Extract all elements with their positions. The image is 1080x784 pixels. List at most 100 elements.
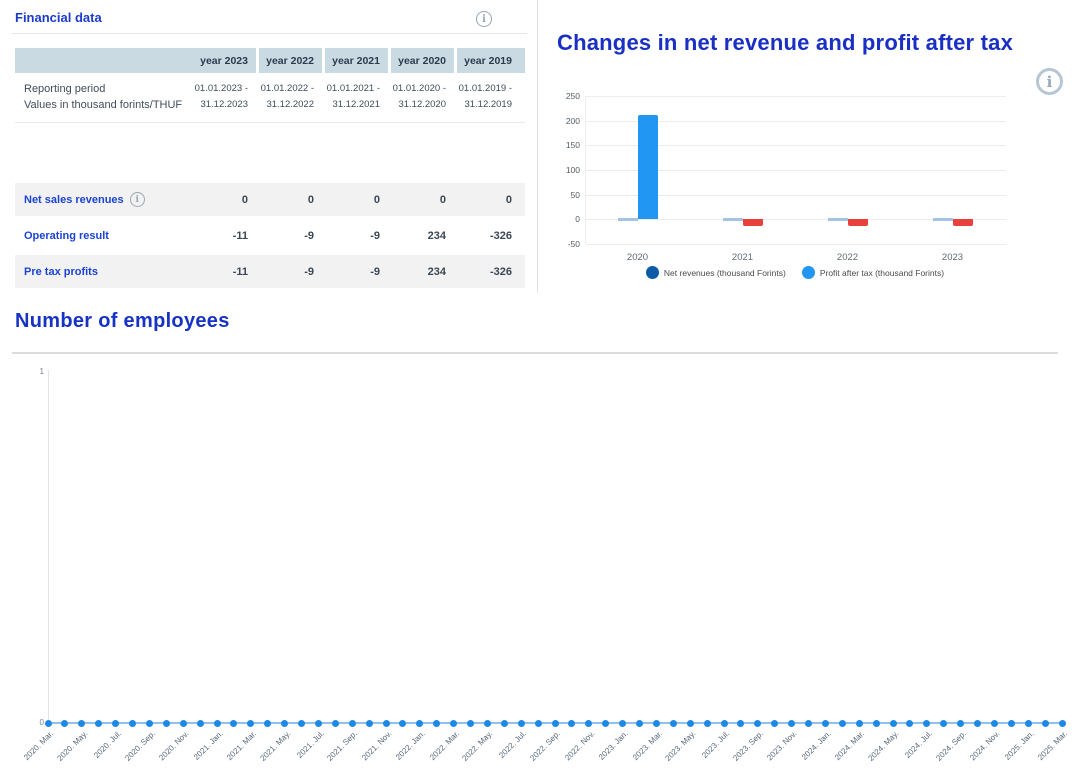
reporting-period-value: 01.01.2020 -31.12.2020 <box>388 81 454 113</box>
reporting-period-value: 01.01.2022 -31.12.2022 <box>256 81 322 113</box>
revenue-chart-title: Changes in net revenue and profit after … <box>557 30 1067 56</box>
value-cell: -9 <box>322 230 388 242</box>
data-point <box>230 720 237 727</box>
bar-profit-after-tax <box>638 115 658 220</box>
value-cell: 234 <box>388 266 454 278</box>
data-point <box>890 720 897 727</box>
legend-dot <box>802 266 815 279</box>
data-point <box>450 720 457 727</box>
bar-profit-after-tax <box>953 219 973 226</box>
data-point <box>78 720 85 727</box>
legend-item: Profit after tax (thousand Forints) <box>802 266 944 279</box>
data-point <box>214 720 221 727</box>
reporting-period-label: Reporting period Values in thousand fori… <box>15 81 190 113</box>
info-icon[interactable]: i <box>476 11 492 27</box>
y-axis-tick-label: 250 <box>540 91 580 101</box>
data-point <box>974 720 981 727</box>
data-point <box>1025 720 1032 727</box>
value-cell: 0 <box>256 194 322 206</box>
data-point <box>568 720 575 727</box>
bar-net-revenues <box>933 218 953 221</box>
data-point <box>636 720 643 727</box>
table-spacer <box>15 123 525 183</box>
value-cell: -11 <box>190 230 256 242</box>
y-axis-tick-label: -50 <box>540 239 580 249</box>
y-axis-tick-label: 200 <box>540 116 580 126</box>
gridline <box>586 96 1006 97</box>
info-icon[interactable]: i <box>1036 68 1063 95</box>
y-axis-tick-label: 0 <box>28 718 44 727</box>
table-row: Operating result-11-9-9234-326 <box>15 219 525 252</box>
value-cell: 0 <box>322 194 388 206</box>
divider <box>12 352 1058 354</box>
x-axis-category-label: 2022 <box>818 252 878 263</box>
data-point <box>991 720 998 727</box>
y-axis-tick-label: 50 <box>540 190 580 200</box>
row-label: Net sales revenuesi <box>15 192 190 207</box>
data-point <box>349 720 356 727</box>
x-axis-category-label: 2021 <box>713 252 773 263</box>
employees-chart-title: Number of employees <box>15 310 230 333</box>
bar-net-revenues <box>828 218 848 221</box>
data-point <box>180 720 187 727</box>
data-point <box>585 720 592 727</box>
data-point <box>822 720 829 727</box>
financial-table: year 2023year 2022year 2021year 2020year… <box>15 48 525 291</box>
y-axis-tick-label: 0 <box>540 214 580 224</box>
data-point <box>467 720 474 727</box>
y-axis-tick-label: 1 <box>28 367 44 376</box>
data-point <box>805 720 812 727</box>
row-label: Operating result <box>15 230 190 242</box>
header-empty-cell <box>15 48 190 73</box>
value-cell: -11 <box>190 266 256 278</box>
header-cell-year-2020: year 2020 <box>388 48 454 73</box>
financial-data-title: Financial data <box>15 10 102 25</box>
data-point <box>518 720 525 727</box>
data-point <box>754 720 761 727</box>
data-point <box>61 720 68 727</box>
divider <box>12 33 527 34</box>
data-point <box>670 720 677 727</box>
y-axis-tick-label: 100 <box>540 165 580 175</box>
value-cell: 0 <box>190 194 256 206</box>
data-point <box>839 720 846 727</box>
data-point <box>95 720 102 727</box>
y-axis-tick-label: 150 <box>540 140 580 150</box>
value-cell: -326 <box>454 266 525 278</box>
info-icon[interactable]: i <box>130 192 145 207</box>
data-point <box>1008 720 1015 727</box>
header-cell-year-2021: year 2021 <box>322 48 388 73</box>
x-axis-category-label: 2020 <box>608 252 668 263</box>
data-point <box>535 720 542 727</box>
data-point <box>129 720 136 727</box>
gridline <box>586 244 1006 245</box>
employees-y-axis <box>48 370 49 723</box>
legend-label: Profit after tax (thousand Forints) <box>820 268 944 278</box>
reporting-period-value: 01.01.2019 -31.12.2019 <box>454 81 525 113</box>
data-point <box>737 720 744 727</box>
data-point <box>619 720 626 727</box>
value-cell: -9 <box>256 230 322 242</box>
data-point <box>653 720 660 727</box>
data-point <box>687 720 694 727</box>
data-point <box>383 720 390 727</box>
data-point <box>298 720 305 727</box>
data-point <box>1042 720 1049 727</box>
legend-item: Net revenues (thousand Forints) <box>646 266 786 279</box>
reporting-period-row: Reporting period Values in thousand fori… <box>15 73 525 123</box>
data-point <box>163 720 170 727</box>
data-point <box>399 720 406 727</box>
reporting-period-value: 01.01.2021 -31.12.2021 <box>322 81 388 113</box>
data-point <box>923 720 930 727</box>
data-point <box>873 720 880 727</box>
header-cell-year-2022: year 2022 <box>256 48 322 73</box>
value-cell: 0 <box>454 194 525 206</box>
legend-label: Net revenues (thousand Forints) <box>664 268 786 278</box>
bar-net-revenues <box>618 218 638 221</box>
bar-net-revenues <box>723 218 743 221</box>
value-cell: -9 <box>256 266 322 278</box>
data-point <box>416 720 423 727</box>
data-point <box>501 720 508 727</box>
data-point <box>332 720 339 727</box>
table-row: Net sales revenuesi00000 <box>15 183 525 216</box>
